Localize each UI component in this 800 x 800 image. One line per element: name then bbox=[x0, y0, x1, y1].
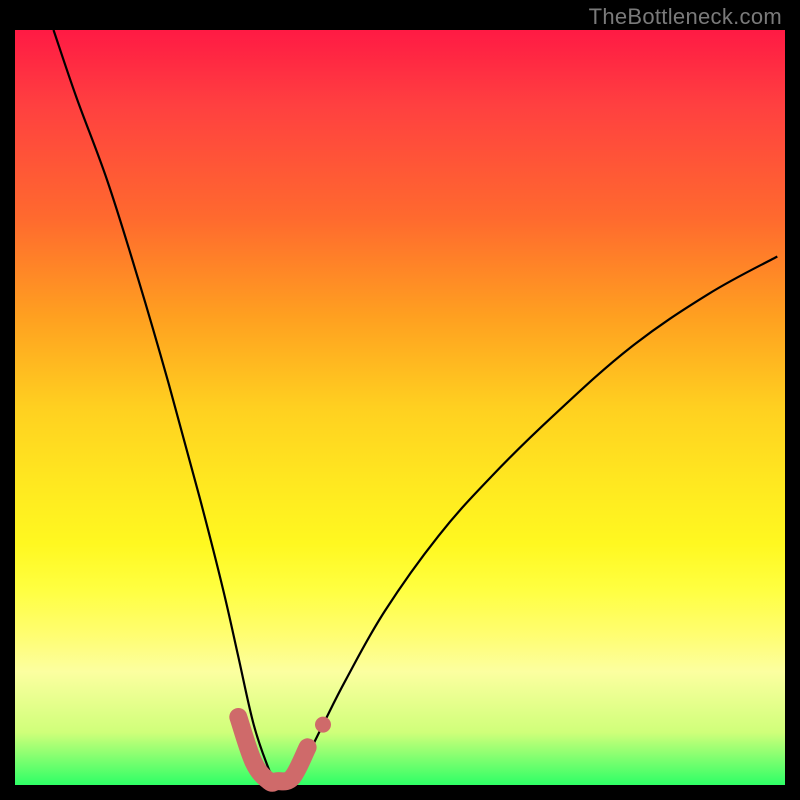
watermark-text: TheBottleneck.com bbox=[589, 4, 782, 30]
plot-area bbox=[15, 30, 785, 785]
curve-svg bbox=[15, 30, 785, 785]
accent-segment bbox=[238, 717, 307, 783]
accent-dot bbox=[315, 717, 331, 733]
main-curve bbox=[54, 30, 778, 785]
bottleneck-chart: TheBottleneck.com bbox=[0, 0, 800, 800]
